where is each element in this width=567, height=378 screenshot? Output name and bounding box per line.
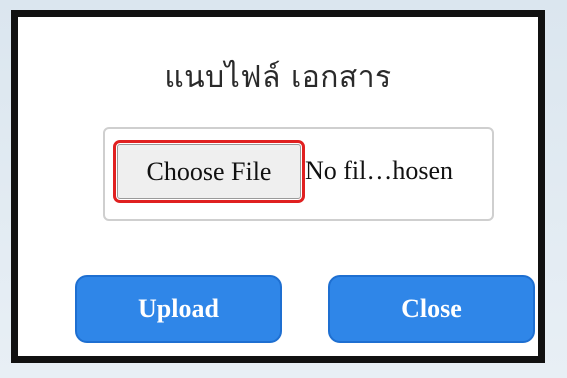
screen-background: แนบไฟล์ เอกสาร Choose File No fil…hosen …: [0, 0, 567, 378]
upload-button[interactable]: Upload: [75, 275, 282, 343]
choose-file-button[interactable]: Choose File: [113, 140, 305, 203]
attach-file-dialog: แนบไฟล์ เอกสาร Choose File No fil…hosen …: [11, 10, 545, 363]
dialog-title: แนบไฟล์ เอกสาร: [164, 60, 392, 95]
file-status-text: No fil…hosen: [305, 156, 454, 185]
close-button[interactable]: Close: [328, 275, 535, 343]
file-input-container: Choose File No fil…hosen: [103, 127, 494, 221]
